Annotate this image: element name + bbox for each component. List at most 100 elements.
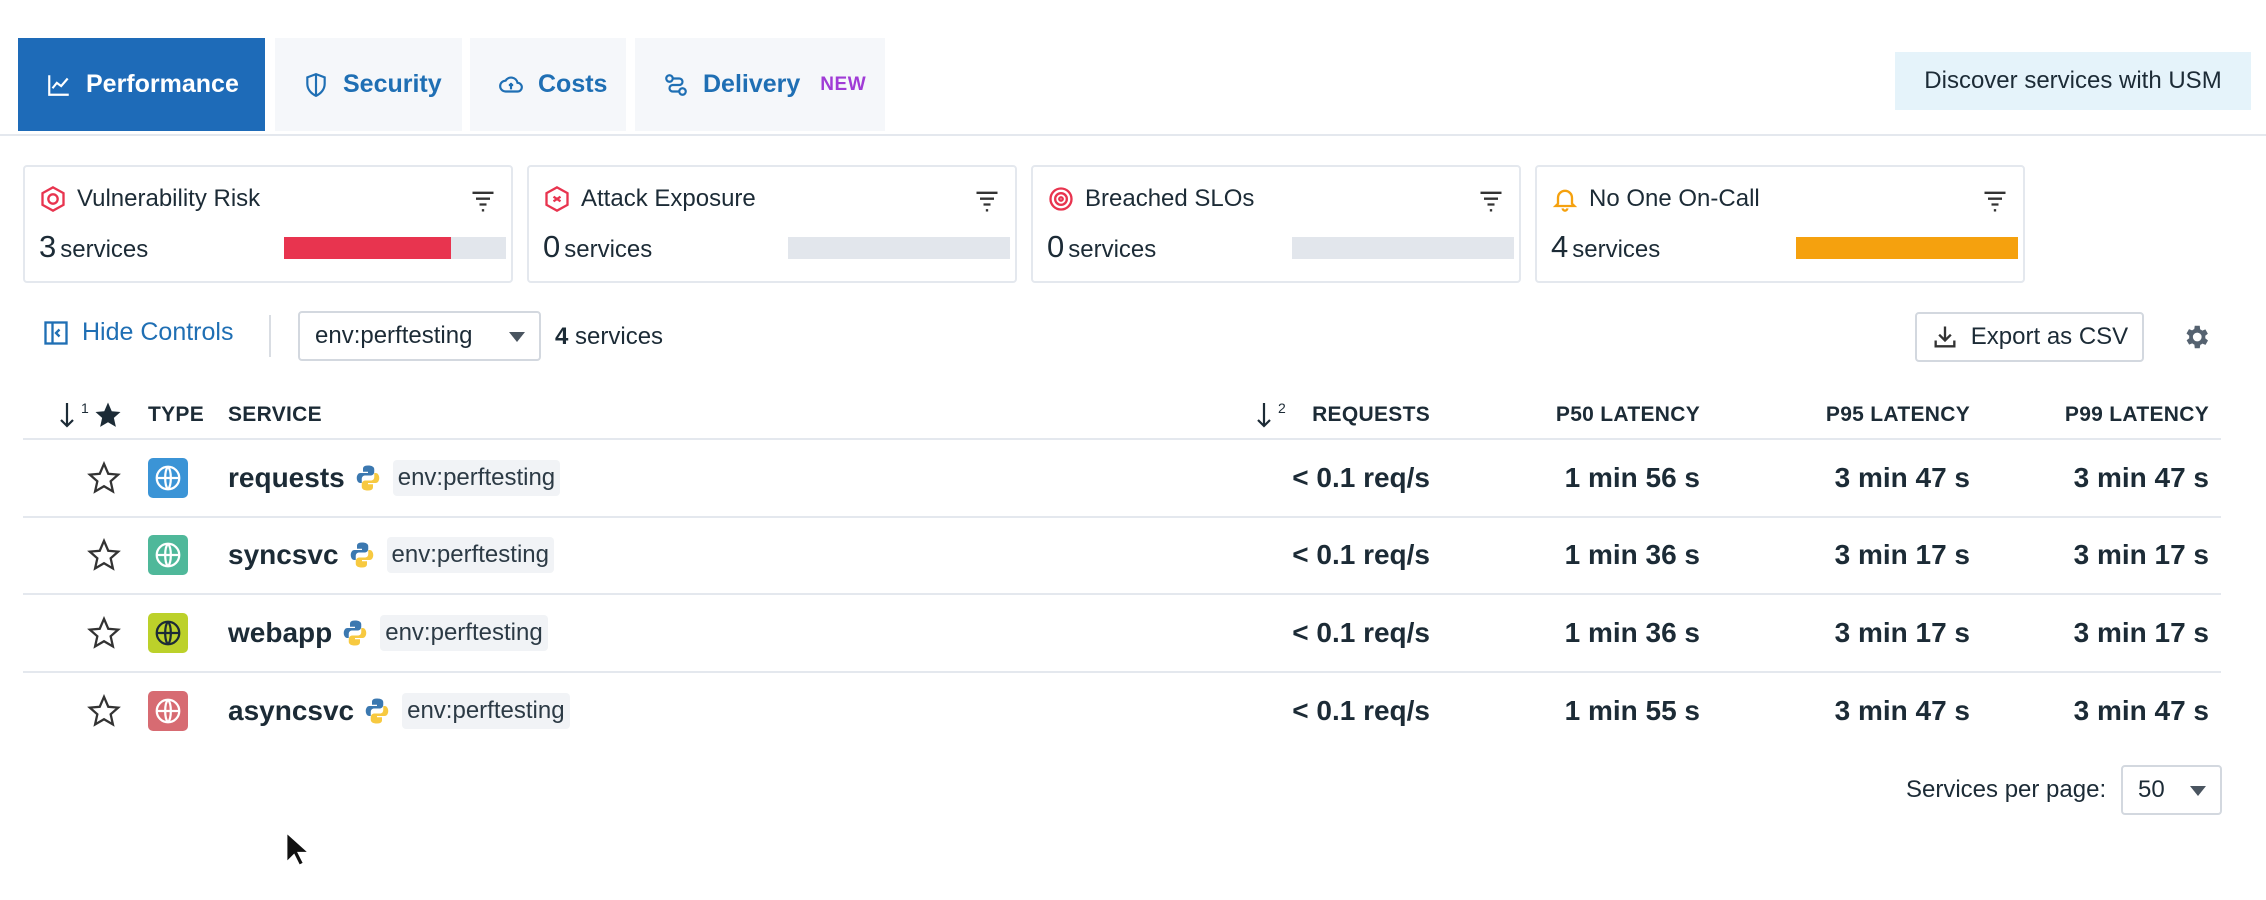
star-outline-icon[interactable] [87, 538, 121, 572]
env-tag[interactable]: env:perftesting [392, 459, 561, 496]
caret-down-icon [2190, 786, 2206, 796]
p50-value: 1 min 56 s [1564, 461, 1700, 493]
card-no-one-on-call[interactable]: No One On-Call 4 services [1535, 165, 2025, 283]
filter-icon[interactable] [1981, 187, 2009, 215]
shield-icon [306, 72, 326, 97]
sort-priority: 1 [81, 400, 90, 416]
service-name-link[interactable]: asyncsvc [228, 695, 354, 727]
risk-bar-fill [1796, 237, 2018, 259]
python-icon [356, 465, 379, 491]
python-icon [343, 620, 367, 646]
tab-performance[interactable]: Performance [18, 38, 265, 131]
gear-icon[interactable] [2181, 322, 2211, 352]
web-service-icon [148, 691, 188, 732]
filter-icon[interactable] [1477, 187, 1505, 215]
mouse-cursor-icon [285, 831, 309, 867]
new-badge: NEW [820, 73, 867, 95]
service-name-link[interactable]: syncsvc [228, 539, 339, 571]
p95-value: 3 min 17 s [1834, 616, 1970, 648]
p95-value: 3 min 47 s [1834, 695, 1970, 727]
star-outline-icon[interactable] [87, 694, 121, 728]
per-page-label: Services per page: [1906, 776, 2107, 803]
tabs-bar: Performance Security Costs Delivery NEW … [0, 0, 2266, 136]
service-count-unit: services [575, 323, 664, 350]
env-filter-select[interactable]: env:perftesting [298, 311, 541, 361]
env-tag[interactable]: env:perftesting [380, 614, 548, 651]
service-count-number: 4 [555, 323, 569, 350]
p99-value: 3 min 47 s [2073, 695, 2209, 727]
tab-label: Performance [86, 70, 239, 98]
p99-value: 3 min 47 s [2073, 461, 2209, 493]
env-tag[interactable]: env:perftesting [402, 693, 570, 730]
sort-down-icon [60, 403, 74, 428]
card-count: 3 [39, 229, 57, 264]
per-page-select[interactable]: 50 [2121, 765, 2222, 815]
hexagon-bug-icon [545, 185, 569, 213]
star-outline-icon[interactable] [87, 615, 121, 650]
card-unit: services [1572, 236, 1661, 263]
col-p50-latency[interactable]: P50 LATENCY [1556, 403, 1700, 427]
sort-down-icon [1257, 403, 1271, 428]
tab-label: Delivery [703, 70, 801, 98]
table-row[interactable]: asyncsvc env:perftesting < 0.1 req/s 1 m… [23, 673, 2221, 751]
p99-value: 3 min 17 s [2073, 616, 2209, 648]
download-icon [1934, 326, 1956, 348]
sort-indicator[interactable]: 1 [59, 400, 89, 430]
card-vulnerability-risk[interactable]: Vulnerability Risk 3 services [23, 165, 513, 283]
card-title: Vulnerability Risk [77, 185, 261, 212]
service-name-link[interactable]: requests [228, 462, 345, 494]
tab-delivery[interactable]: Delivery NEW [635, 38, 885, 131]
web-service-icon [148, 612, 188, 653]
tab-costs[interactable]: Costs [470, 38, 626, 131]
sort-priority: 2 [1278, 400, 1287, 416]
requests-value: < 0.1 req/s [1292, 616, 1430, 648]
python-icon [350, 542, 373, 568]
requests-value: < 0.1 req/s [1292, 539, 1430, 571]
per-page-value: 50 [2138, 776, 2165, 803]
card-breached-slos[interactable]: Breached SLOs 0 services [1031, 165, 1521, 283]
hide-controls-button[interactable]: Hide Controls [42, 318, 233, 347]
card-unit: services [564, 236, 653, 263]
export-csv-button[interactable]: Export as CSV [1915, 312, 2144, 362]
export-label: Export as CSV [1970, 323, 2129, 350]
tab-security[interactable]: Security [275, 38, 462, 131]
filter-icon[interactable] [973, 187, 1001, 215]
card-count: 0 [1047, 229, 1065, 264]
card-count: 0 [543, 229, 561, 264]
env-tag[interactable]: env:perftesting [386, 537, 554, 574]
col-service[interactable]: SERVICE [228, 403, 322, 427]
target-shield-icon [41, 185, 65, 213]
col-requests[interactable]: REQUESTS [1312, 403, 1430, 427]
col-p99-latency[interactable]: P99 LATENCY [2065, 403, 2209, 427]
col-type[interactable]: TYPE [148, 403, 204, 427]
caret-down-icon [509, 332, 525, 342]
divider [269, 315, 271, 357]
p50-value: 1 min 55 s [1564, 695, 1700, 727]
col-p95-latency[interactable]: P95 LATENCY [1826, 403, 1970, 427]
table-row[interactable]: requests env:perftesting < 0.1 req/s 1 m… [23, 440, 2221, 518]
web-service-icon [148, 535, 188, 576]
p95-value: 3 min 47 s [1834, 461, 1970, 493]
collapse-panel-icon [44, 320, 68, 345]
card-title: No One On-Call [1589, 185, 1760, 212]
service-count: 4 services [555, 323, 663, 351]
p95-value: 3 min 17 s [1834, 539, 1970, 571]
target-icon [1049, 187, 1073, 211]
p50-value: 1 min 36 s [1564, 616, 1700, 648]
star-icon[interactable] [93, 400, 123, 430]
star-outline-icon[interactable] [87, 460, 121, 495]
service-name-link[interactable]: webapp [228, 617, 332, 649]
hide-controls-label: Hide Controls [82, 318, 234, 346]
env-filter-value: env:perftesting [315, 322, 473, 349]
card-attack-exposure[interactable]: Attack Exposure 0 services [527, 165, 1017, 283]
risk-bar [788, 237, 1010, 259]
python-icon [365, 698, 389, 724]
risk-bar [1796, 237, 2018, 259]
sort-indicator[interactable]: 2 [1256, 400, 1286, 430]
card-title: Attack Exposure [581, 185, 756, 212]
discover-usm-button[interactable]: Discover services with USM [1895, 52, 2251, 110]
table-row[interactable]: webapp env:perftesting < 0.1 req/s 1 min… [23, 595, 2221, 673]
filter-icon[interactable] [469, 187, 497, 215]
table-row[interactable]: syncsvc env:perftesting < 0.1 req/s 1 mi… [23, 518, 2221, 595]
cloud-dollar-icon [499, 76, 523, 93]
